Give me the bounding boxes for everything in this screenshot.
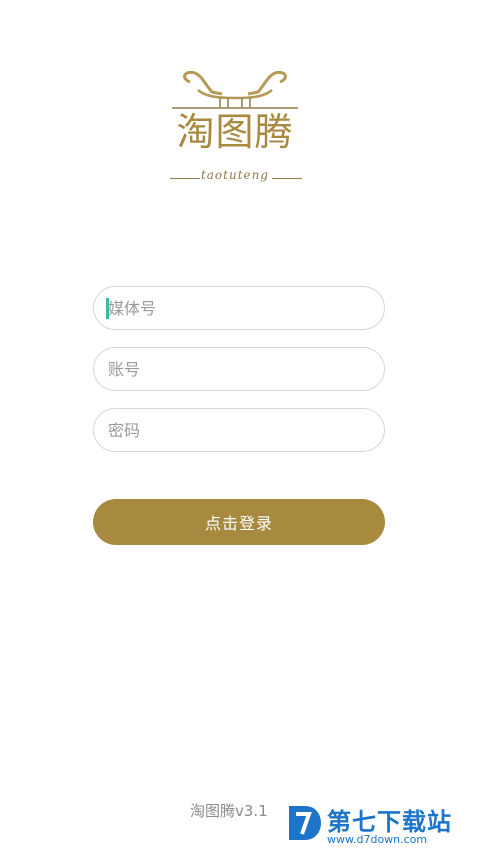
watermark-url: www.d7down.com [327,833,428,846]
app-logo: 淘图腾 taotuteng [160,70,310,190]
media-number-input[interactable] [94,287,384,329]
logo-divider-right [272,178,302,179]
watermark-name: 第七下载站 [327,808,452,836]
account-input[interactable] [94,348,384,390]
text-cursor [106,298,109,319]
d7-logo-icon [289,806,321,840]
watermark: 第七下载站 www.d7down.com [285,800,478,850]
password-field[interactable] [93,408,385,452]
password-input[interactable] [94,409,384,451]
media-number-field[interactable] [93,286,385,330]
logo-title: 淘图腾 [176,110,294,154]
account-field[interactable] [93,347,385,391]
logo-subtitle: taotuteng [200,168,270,182]
app-version: 淘图腾v3.1 [190,802,268,820]
login-button[interactable]: 点击登录 [93,499,385,545]
